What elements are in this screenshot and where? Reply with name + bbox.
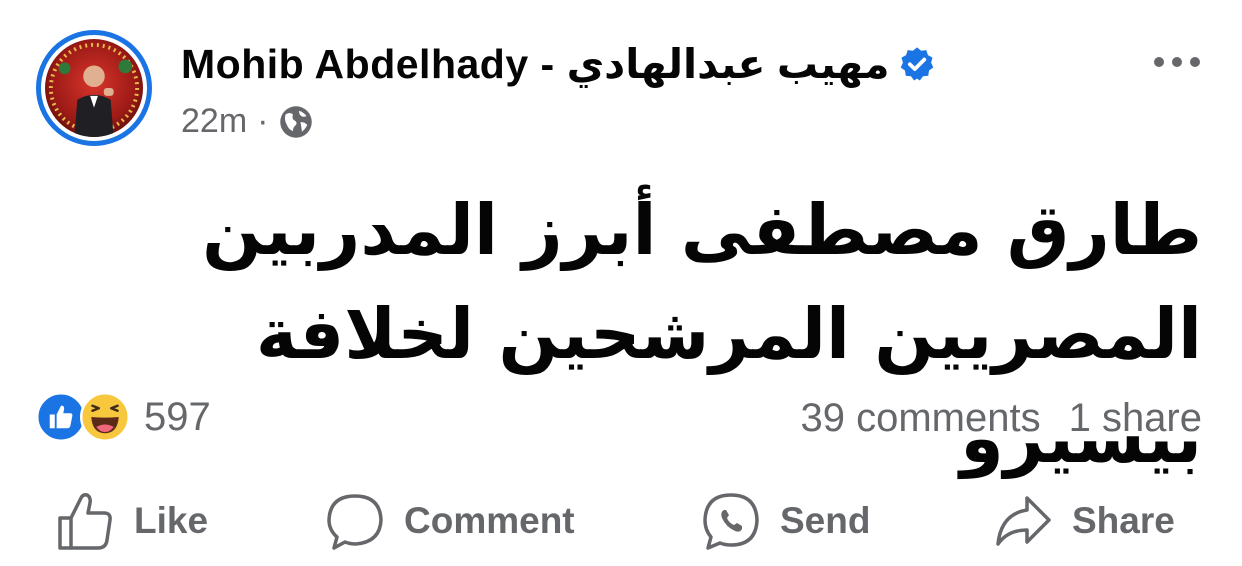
share-label: Share: [1072, 500, 1175, 541]
reaction-count: 597: [144, 394, 211, 439]
meta-separator: ·: [257, 102, 269, 140]
avatar[interactable]: [36, 30, 152, 146]
like-label: Like: [134, 500, 209, 541]
share-arrow-icon: [996, 496, 1051, 546]
globe-icon: [280, 105, 313, 138]
author-name-text: Mohib Abdelhady - مهيب عبدالهادي: [181, 41, 890, 87]
verified-badge-icon: [900, 47, 933, 81]
author-name[interactable]: Mohib Abdelhady - مهيب عبدالهادي: [181, 40, 936, 88]
share-button[interactable]: Share: [994, 490, 1175, 552]
messenger-icon: [703, 493, 759, 550]
send-button[interactable]: Send: [702, 490, 870, 552]
comment-icon: [327, 494, 383, 550]
reactions-summary[interactable]: 597: [36, 392, 211, 442]
shares-count[interactable]: 1 share: [1069, 396, 1202, 441]
action-bar: Like Comment Send Share: [0, 490, 1242, 562]
engagement-stats: 39 comments 1 share: [800, 396, 1202, 441]
post-meta: 22m ·: [181, 102, 314, 141]
post-time[interactable]: 22m: [181, 102, 247, 141]
send-label: Send: [780, 500, 871, 541]
comment-button[interactable]: Comment: [326, 490, 575, 552]
avatar-image: [45, 39, 143, 137]
post-text: طارق مصطفى أبرز المدربين المصريين المرشح…: [202, 189, 1202, 479]
comments-count[interactable]: 39 comments: [800, 396, 1040, 441]
more-options-icon[interactable]: [1150, 50, 1204, 74]
haha-reaction-icon: [80, 392, 130, 442]
comment-label: Comment: [404, 500, 575, 541]
like-button[interactable]: Like: [56, 490, 208, 552]
thumbs-up-icon: [58, 493, 112, 550]
like-reaction-icon: [36, 392, 86, 442]
